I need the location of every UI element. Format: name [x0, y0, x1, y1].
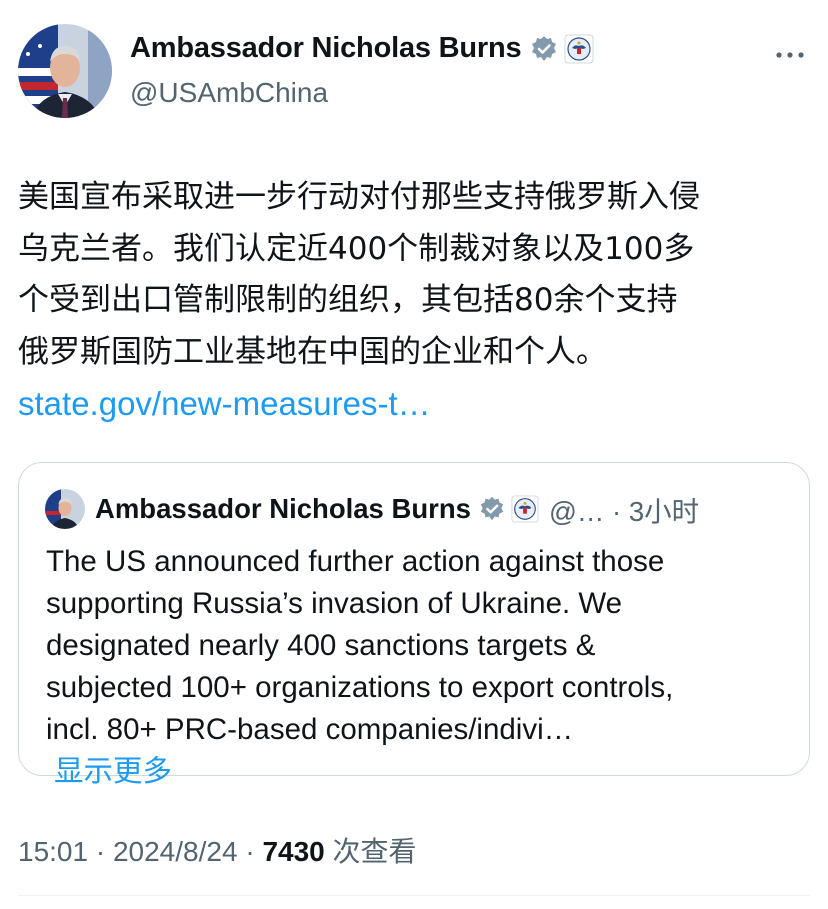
quoted-text-line: subjected 100+ organizations to export c… — [46, 671, 674, 704]
tweet-text-line: 美国宣布采取进一步行动对付那些支持俄罗斯入侵 — [18, 179, 700, 215]
quoted-tweet-text: The US announced further action against … — [46, 541, 796, 793]
quoted-meta: @… · 3小时 — [549, 489, 699, 529]
quoted-tweet-header: Ambassador Nicholas Burns @… · 3小时 — [45, 489, 699, 529]
tweet-text-line: 乌克兰者。我们认定近400个制裁对象以及100多 — [18, 230, 695, 267]
meta-separator: · — [245, 836, 255, 867]
quoted-text-line: designated nearly 400 sanctions targets … — [46, 629, 596, 662]
tweet-link[interactable]: state.gov/new-measures-t… — [18, 378, 818, 430]
author-handle[interactable]: @USAmbChina — [130, 77, 328, 109]
more-horizontal-icon[interactable] — [774, 46, 806, 58]
quoted-tweet-card[interactable]: Ambassador Nicholas Burns @… · 3小时 The U… — [18, 462, 810, 788]
show-more-link[interactable]: 显示更多 — [54, 751, 796, 793]
quoted-time: 3小时 — [628, 496, 700, 527]
verified-badge-icon — [478, 495, 506, 523]
tweet-date[interactable]: 2024/8/24 — [113, 836, 238, 867]
author-name-row: Ambassador Nicholas Burns — [130, 32, 594, 65]
quoted-author-name: Ambassador Nicholas Burns — [95, 493, 471, 524]
tweet-footer: 15:01 · 2024/8/24 · 7430 次查看 — [18, 830, 417, 870]
quoted-handle: @… — [548, 496, 605, 527]
state-department-seal-icon[interactable] — [564, 34, 594, 64]
tweet-time[interactable]: 15:01 — [18, 836, 88, 867]
meta-separator: · — [612, 496, 622, 527]
author-avatar[interactable] — [18, 24, 112, 118]
meta-separator: · — [95, 836, 106, 867]
tweet-header: Ambassador Nicholas Burns @USAmbChina — [18, 24, 810, 124]
author-name[interactable]: Ambassador Nicholas Burns — [130, 32, 522, 65]
state-department-seal-icon — [511, 495, 539, 523]
quoted-text-line: incl. 80+ PRC-based companies/indivi… — [46, 713, 574, 746]
quoted-author-avatar[interactable] — [45, 489, 85, 529]
quoted-text-last-line: incl. 80+ PRC-based companies/indivi… 显示更… — [46, 709, 796, 793]
tweet-text-line: 个受到出口管制限制的组织，其包括80余个支持 — [18, 282, 678, 318]
tweet-text-line: 俄罗斯国防工业基地在中国的企业和个人。 — [18, 333, 607, 370]
tweet-text: 美国宣布采取进一步行动对付那些支持俄罗斯入侵 乌克兰者。我们认定近400个制裁对… — [18, 172, 818, 430]
divider — [18, 895, 810, 896]
verified-badge-icon — [529, 34, 559, 64]
views-label: 次查看 — [332, 836, 417, 867]
quoted-text-line: supporting Russia’s invasion of Ukraine.… — [46, 587, 623, 620]
views-count: 7430 — [262, 836, 325, 867]
quoted-text-line: The US announced further action against … — [46, 545, 665, 578]
